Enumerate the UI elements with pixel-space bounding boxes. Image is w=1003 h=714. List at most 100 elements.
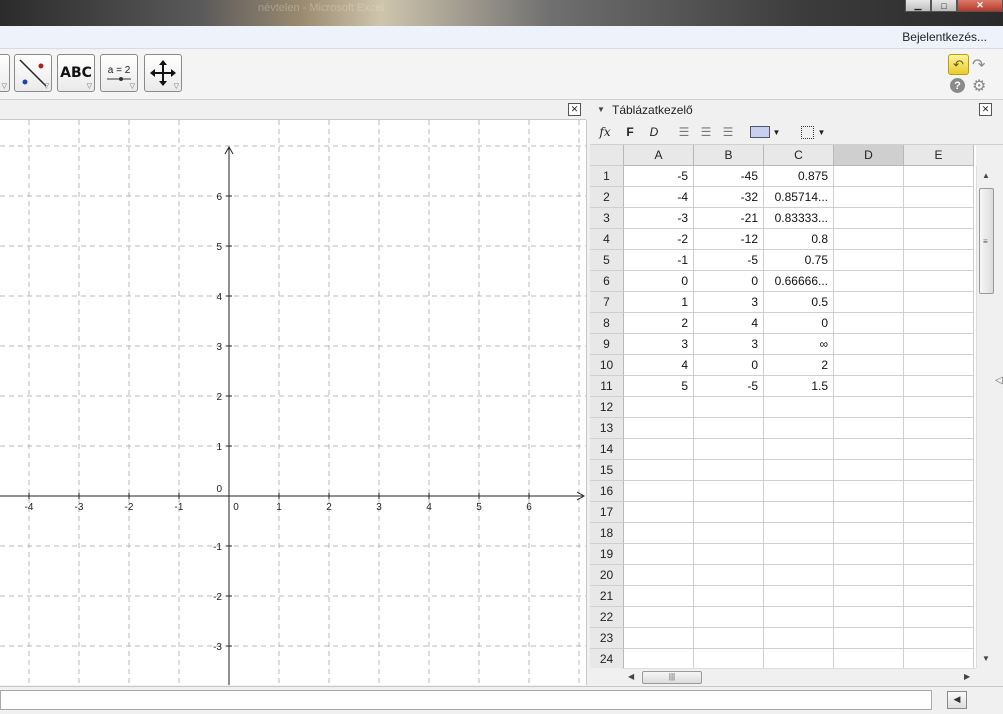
cell[interactable] bbox=[764, 460, 834, 481]
row-header[interactable]: 3 bbox=[590, 208, 624, 229]
row-header[interactable]: 10 bbox=[590, 355, 624, 376]
cell[interactable] bbox=[694, 607, 764, 628]
cell[interactable] bbox=[904, 355, 974, 376]
cell[interactable] bbox=[624, 481, 694, 502]
cell[interactable] bbox=[834, 355, 904, 376]
cell[interactable] bbox=[904, 481, 974, 502]
cell[interactable]: 1.5 bbox=[764, 376, 834, 397]
cell[interactable]: -32 bbox=[694, 187, 764, 208]
cell[interactable]: -5 bbox=[624, 166, 694, 187]
cell[interactable] bbox=[904, 250, 974, 271]
close-window-button[interactable]: ✕ bbox=[957, 0, 1003, 12]
cell[interactable] bbox=[834, 544, 904, 565]
cell[interactable] bbox=[624, 544, 694, 565]
cell[interactable] bbox=[904, 439, 974, 460]
cell[interactable] bbox=[694, 565, 764, 586]
cell[interactable] bbox=[904, 544, 974, 565]
border-button[interactable]: ▼ bbox=[796, 123, 830, 141]
cell[interactable] bbox=[694, 586, 764, 607]
column-header-d[interactable]: D bbox=[834, 145, 904, 166]
slider-tool-button[interactable]: a = 2 ▽ bbox=[100, 54, 138, 92]
cell[interactable]: 4 bbox=[694, 313, 764, 334]
cell[interactable] bbox=[904, 397, 974, 418]
row-header[interactable]: 8 bbox=[590, 313, 624, 334]
vertical-scroll-thumb[interactable]: ≡ bbox=[979, 188, 994, 294]
cell[interactable]: -45 bbox=[694, 166, 764, 187]
input-help-button[interactable]: ◀ bbox=[947, 691, 967, 709]
cell[interactable]: 2 bbox=[764, 355, 834, 376]
minimize-button[interactable]: ▁ bbox=[905, 0, 931, 12]
formula-button[interactable]: fx bbox=[596, 123, 614, 141]
cell[interactable]: -5 bbox=[694, 376, 764, 397]
close-graphics-view-button[interactable]: ✕ bbox=[568, 103, 581, 116]
cell[interactable] bbox=[764, 649, 834, 668]
cell[interactable] bbox=[624, 439, 694, 460]
row-header[interactable]: 18 bbox=[590, 523, 624, 544]
cell[interactable] bbox=[694, 502, 764, 523]
cell[interactable] bbox=[904, 187, 974, 208]
cell[interactable] bbox=[834, 166, 904, 187]
row-header[interactable]: 6 bbox=[590, 271, 624, 292]
cell[interactable] bbox=[834, 397, 904, 418]
scroll-up-icon[interactable]: ▲ bbox=[982, 171, 990, 180]
corner-header[interactable] bbox=[590, 145, 624, 166]
cell[interactable]: 1 bbox=[624, 292, 694, 313]
cell[interactable] bbox=[904, 523, 974, 544]
cell[interactable] bbox=[764, 628, 834, 649]
row-header[interactable]: 17 bbox=[590, 502, 624, 523]
row-header[interactable]: 4 bbox=[590, 229, 624, 250]
bold-button[interactable]: F bbox=[622, 123, 638, 141]
cell[interactable] bbox=[764, 502, 834, 523]
cell[interactable]: -3 bbox=[624, 208, 694, 229]
cell[interactable] bbox=[904, 292, 974, 313]
row-header[interactable]: 20 bbox=[590, 565, 624, 586]
side-panel-handle-icon[interactable]: ◁ bbox=[995, 375, 1003, 386]
line-tool-button[interactable]: ▽ bbox=[14, 54, 52, 92]
cell[interactable] bbox=[694, 418, 764, 439]
scroll-left-icon[interactable]: ◀ bbox=[628, 672, 634, 681]
italic-button[interactable]: D bbox=[646, 123, 662, 141]
cell[interactable] bbox=[904, 229, 974, 250]
redo-button[interactable]: ↷ bbox=[972, 55, 985, 75]
cell[interactable]: 0.875 bbox=[764, 166, 834, 187]
cell[interactable] bbox=[764, 439, 834, 460]
align-left-button[interactable]: ☰ bbox=[676, 123, 692, 141]
cell[interactable] bbox=[904, 565, 974, 586]
cell[interactable]: 0 bbox=[694, 271, 764, 292]
horizontal-scroll-thumb[interactable]: ||| bbox=[642, 671, 702, 684]
cell[interactable] bbox=[834, 460, 904, 481]
align-center-button[interactable]: ☰ bbox=[698, 123, 714, 141]
cell[interactable] bbox=[624, 502, 694, 523]
cell[interactable]: 0.75 bbox=[764, 250, 834, 271]
cell[interactable] bbox=[694, 439, 764, 460]
help-button[interactable]: ? bbox=[950, 78, 965, 93]
input-field[interactable] bbox=[0, 690, 932, 710]
cell[interactable] bbox=[624, 607, 694, 628]
cell[interactable] bbox=[624, 586, 694, 607]
cell[interactable] bbox=[764, 565, 834, 586]
column-header-c[interactable]: C bbox=[764, 145, 834, 166]
row-header[interactable]: 9 bbox=[590, 334, 624, 355]
cell[interactable] bbox=[624, 460, 694, 481]
cell[interactable] bbox=[904, 586, 974, 607]
cell[interactable]: -4 bbox=[624, 187, 694, 208]
background-color-button[interactable]: ▼ bbox=[748, 123, 782, 141]
cell[interactable]: 0.8 bbox=[764, 229, 834, 250]
cell[interactable] bbox=[834, 523, 904, 544]
move-graphics-tool-button[interactable]: ▽ bbox=[144, 54, 182, 92]
cell[interactable] bbox=[624, 565, 694, 586]
row-header[interactable]: 22 bbox=[590, 607, 624, 628]
cell[interactable] bbox=[694, 544, 764, 565]
cell[interactable] bbox=[904, 334, 974, 355]
scroll-right-icon[interactable]: ▶ bbox=[964, 672, 970, 681]
cell[interactable] bbox=[834, 649, 904, 668]
cell[interactable] bbox=[904, 313, 974, 334]
cell[interactable] bbox=[694, 649, 764, 668]
undo-button[interactable]: ↶ bbox=[948, 54, 969, 75]
cell[interactable] bbox=[834, 187, 904, 208]
spreadsheet-grid[interactable]: A B C D E 1 -5 -45 0.875 2 -4 -32 0.85714... 3 -3 -21 0.… bbox=[590, 145, 976, 668]
cell[interactable] bbox=[624, 523, 694, 544]
maximize-button[interactable]: □ bbox=[931, 0, 957, 12]
cell[interactable]: 0.85714... bbox=[764, 187, 834, 208]
cell[interactable] bbox=[834, 376, 904, 397]
